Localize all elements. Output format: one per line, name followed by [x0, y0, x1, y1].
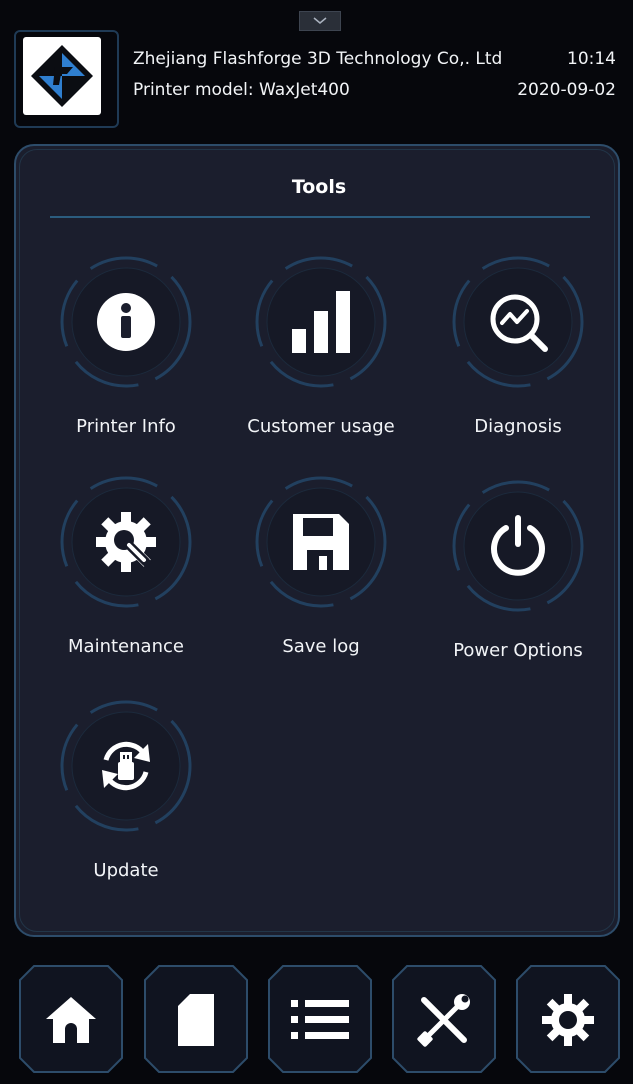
- bottom-nav: [0, 950, 633, 1084]
- tool-label: Printer Info: [76, 416, 176, 437]
- usb-update-icon: [86, 726, 166, 806]
- printer-model: Printer model: WaxJet400: [133, 80, 350, 100]
- nav-settings-button[interactable]: [515, 964, 621, 1074]
- list-icon: [288, 988, 352, 1052]
- diagnosis-icon: [478, 282, 558, 362]
- panel-title: Tools: [291, 176, 347, 198]
- tool-save-log[interactable]: Save log: [216, 472, 426, 672]
- nav-list-button[interactable]: [267, 964, 373, 1074]
- tool-ring: [251, 472, 391, 612]
- pulldown-tab[interactable]: [299, 11, 341, 31]
- gear-icon: [536, 988, 600, 1052]
- gear-wrench-icon: [86, 502, 166, 582]
- nav-files-button[interactable]: [143, 964, 249, 1074]
- chevron-down-icon: [313, 17, 327, 24]
- floppy-disk-icon: [281, 502, 361, 582]
- tool-ring: [448, 252, 588, 392]
- tool-label: Diagnosis: [474, 416, 562, 437]
- tool-ring: [251, 252, 391, 392]
- tool-maintenance[interactable]: Maintenance: [21, 472, 231, 672]
- nav-home-button[interactable]: [18, 964, 124, 1074]
- header: Zhejiang Flashforge 3D Technology Co,. L…: [0, 0, 633, 135]
- tool-label: Save log: [282, 636, 360, 657]
- tool-label: Power Options: [453, 640, 583, 661]
- clock-date: 2020-09-02: [517, 80, 616, 100]
- flashforge-logo-icon: [23, 37, 101, 115]
- tool-ring: [56, 472, 196, 612]
- clock-time: 10:14: [567, 49, 616, 69]
- tool-update[interactable]: Update: [21, 696, 231, 896]
- nav-tools-button[interactable]: [391, 964, 497, 1074]
- company-name: Zhejiang Flashforge 3D Technology Co,. L…: [133, 49, 503, 69]
- file-icon: [164, 988, 228, 1052]
- tool-label: Customer usage: [247, 416, 395, 437]
- tool-diagnosis[interactable]: Diagnosis: [413, 252, 623, 452]
- tool-label: Update: [93, 860, 159, 881]
- tool-ring: [56, 696, 196, 836]
- tools-icon: [412, 988, 476, 1052]
- tool-power-options[interactable]: Power Options: [413, 476, 623, 676]
- tool-customer-usage[interactable]: Customer usage: [216, 252, 426, 452]
- bar-chart-icon: [281, 282, 361, 362]
- power-icon: [478, 506, 558, 586]
- home-icon: [39, 988, 103, 1052]
- info-icon: [86, 282, 166, 362]
- tool-label: Maintenance: [68, 636, 184, 657]
- title-divider: [50, 216, 590, 218]
- tool-printer-info[interactable]: Printer Info: [21, 252, 231, 452]
- tool-ring: [448, 476, 588, 616]
- tool-ring: [56, 252, 196, 392]
- tools-panel: Tools Printer Info Customer usage Diagno…: [14, 144, 620, 937]
